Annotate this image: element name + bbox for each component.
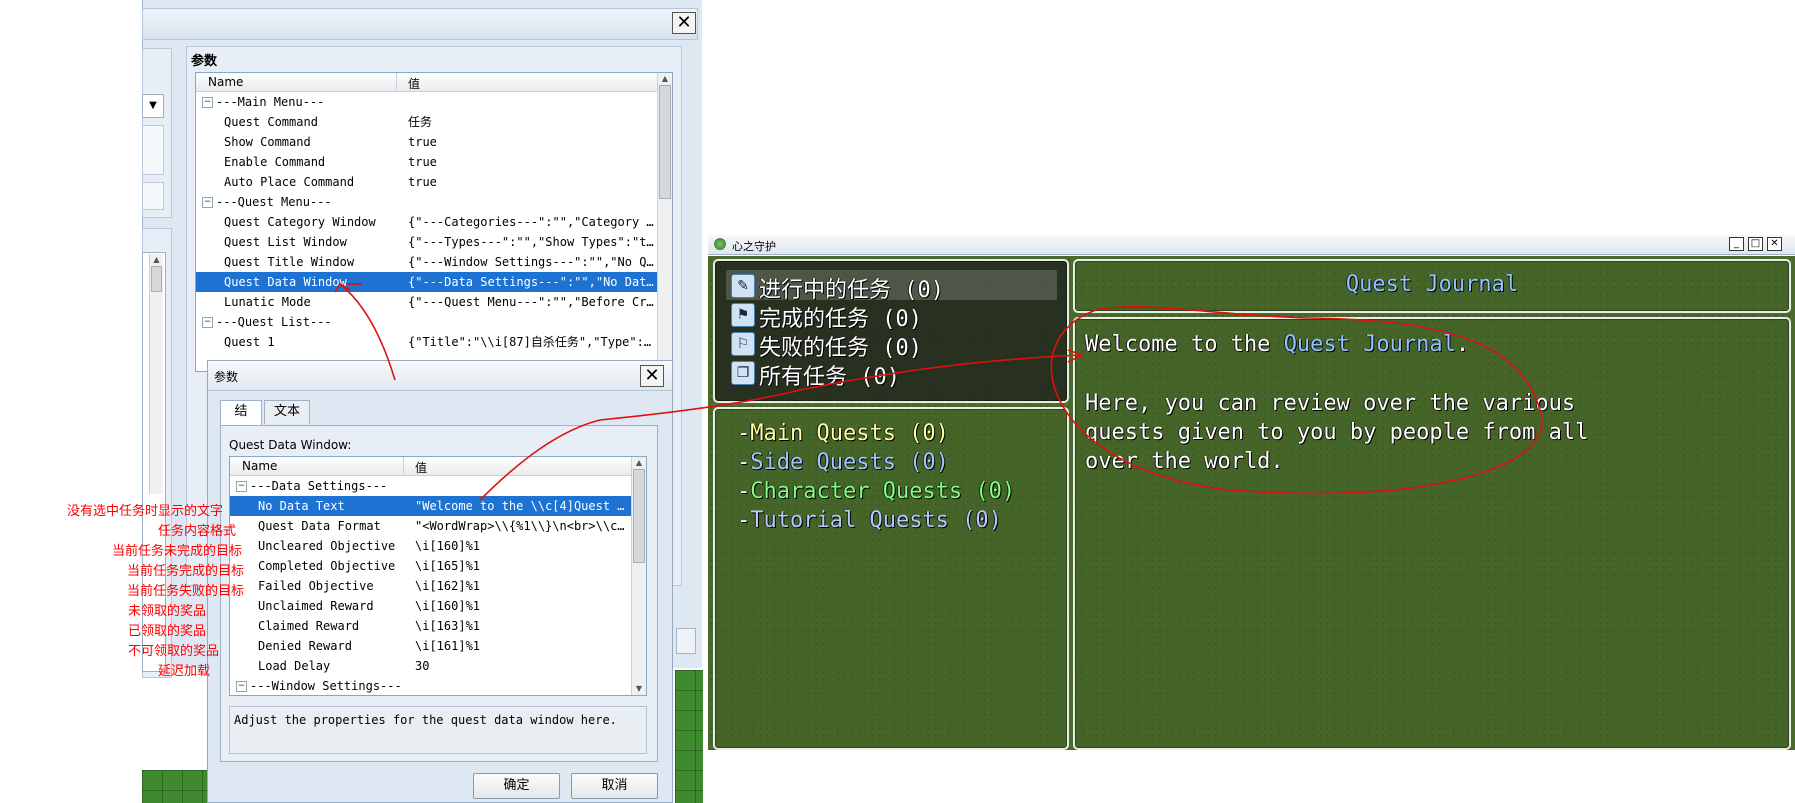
annotation-overlay (334, 282, 1543, 501)
